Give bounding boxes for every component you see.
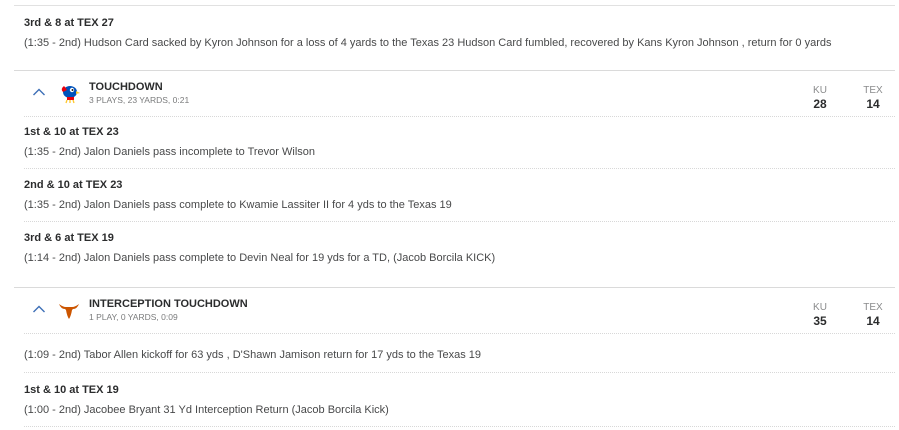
team-abbr-home: KU <box>813 302 827 313</box>
play-down-distance: 3rd & 6 at TEX 19 <box>24 232 114 244</box>
score-home: 35 <box>813 314 827 328</box>
play-item: 3rd & 8 at TEX 27 (1:35 - 2nd) Hudson Ca… <box>24 16 832 50</box>
divider <box>24 116 895 117</box>
play-description: (1:14 - 2nd) Jalon Daniels pass complete… <box>24 252 496 264</box>
score-away: 14 <box>866 97 880 111</box>
play-item: 3rd & 6 at TEX 19 (1:14 - 2nd) Jalon Dan… <box>24 231 495 265</box>
drive-result: TOUCHDOWN <box>89 81 163 93</box>
divider <box>14 5 895 6</box>
divider <box>24 221 895 222</box>
divider <box>24 426 895 427</box>
drive-summary: 3 PLAYS, 23 YARDS, 0:21 <box>89 95 190 105</box>
chevron-up-icon[interactable] <box>32 87 46 97</box>
kansas-jayhawk-logo <box>61 86 80 104</box>
team-abbr-home: KU <box>813 85 827 96</box>
drive-header-interception-touchdown[interactable]: INTERCEPTION TOUCHDOWN 1 PLAY, 0 YARDS, … <box>0 287 899 331</box>
drive-result: INTERCEPTION TOUCHDOWN <box>89 298 248 310</box>
team-abbr-away: TEX <box>863 85 883 96</box>
play-description: (1:35 - 2nd) Jalon Daniels pass incomple… <box>24 146 316 158</box>
play-down-distance: 2nd & 10 at TEX 23 <box>24 179 123 191</box>
play-description: (1:35 - 2nd) Jalon Daniels pass complete… <box>24 199 452 211</box>
score-away: 14 <box>866 314 880 328</box>
play-item: 2nd & 10 at TEX 23 (1:35 - 2nd) Jalon Da… <box>24 178 452 212</box>
play-down-distance: 1st & 10 at TEX 19 <box>24 384 119 396</box>
divider <box>24 168 895 169</box>
play-down-distance: 1st & 10 at TEX 23 <box>24 126 119 138</box>
drive-header-touchdown[interactable]: TOUCHDOWN 3 PLAYS, 23 YARDS, 0:21 KU TEX… <box>0 70 899 114</box>
play-item: 1st & 10 at TEX 19 (1:00 - 2nd) Jacobee … <box>24 383 389 417</box>
drive-summary: 1 PLAY, 0 YARDS, 0:09 <box>89 312 178 322</box>
play-description: (1:35 - 2nd) Hudson Card sacked by Kyron… <box>24 37 832 49</box>
chevron-up-icon[interactable] <box>32 304 46 314</box>
texas-longhorn-logo <box>59 304 79 319</box>
divider <box>24 333 895 334</box>
play-item: (1:09 - 2nd) Tabor Allen kickoff for 63 … <box>24 348 481 362</box>
score-home: 28 <box>813 97 827 111</box>
play-description: (1:09 - 2nd) Tabor Allen kickoff for 63 … <box>24 349 482 361</box>
team-abbr-away: TEX <box>863 302 883 313</box>
play-item: 1st & 10 at TEX 23 (1:35 - 2nd) Jalon Da… <box>24 125 315 159</box>
divider <box>24 372 895 373</box>
play-down-distance: 3rd & 8 at TEX 27 <box>24 17 114 29</box>
play-description: (1:00 - 2nd) Jacobee Bryant 31 Yd Interc… <box>24 404 389 416</box>
play-by-play: 3rd & 8 at TEX 27 (1:35 - 2nd) Hudson Ca… <box>0 0 899 430</box>
